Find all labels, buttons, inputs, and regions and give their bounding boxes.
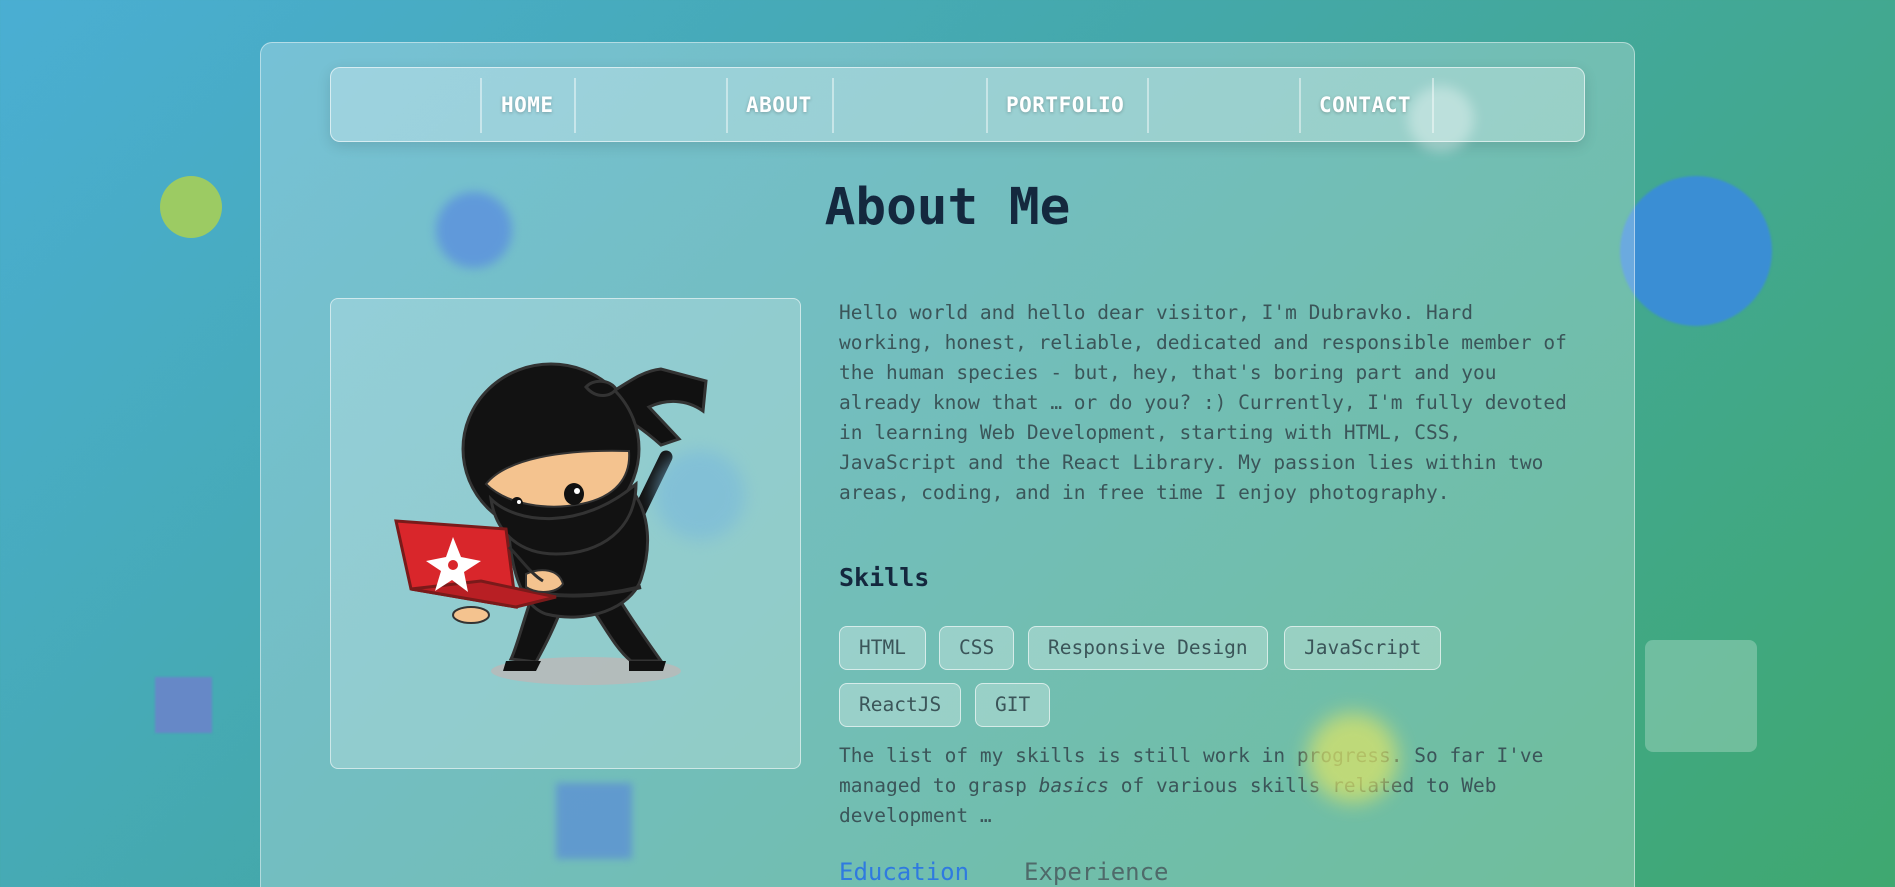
nav-separator: [480, 78, 482, 133]
main-nav: HOME ABOUT PORTFOLIO CONTACT: [330, 67, 1585, 142]
decor-square-light: [1645, 640, 1757, 752]
skill-chip: ReactJS: [839, 683, 962, 727]
decor-circle-white: [1408, 86, 1474, 152]
skill-chip: HTML: [839, 626, 926, 670]
skills-note-emphasis: basics: [1038, 774, 1110, 797]
decor-square-blue-bottom: [556, 783, 632, 859]
tab-education[interactable]: Education: [839, 858, 969, 886]
skills-note: The list of my skills is still work in p…: [839, 741, 1599, 831]
tab-experience[interactable]: Experience: [1024, 858, 1169, 886]
skills-heading: Skills: [839, 563, 930, 592]
nav-link-contact[interactable]: CONTACT: [1319, 68, 1411, 143]
skill-chip: Responsive Design: [1028, 626, 1268, 670]
nav-link-portfolio[interactable]: PORTFOLIO: [1006, 68, 1124, 143]
nav-separator: [986, 78, 988, 133]
profile-image-frame: [330, 298, 801, 769]
nav-separator: [574, 78, 576, 133]
nav-separator: [1299, 78, 1301, 133]
nav-link-about[interactable]: ABOUT: [746, 68, 812, 143]
nav-separator: [1147, 78, 1149, 133]
nav-link-home[interactable]: HOME: [501, 68, 554, 143]
page-title: About Me: [824, 178, 1071, 237]
skill-chip: CSS: [939, 626, 1015, 670]
decor-circle-yellow: [1308, 713, 1398, 803]
skill-chip: GIT: [975, 683, 1051, 727]
skill-chip: JavaScript: [1284, 626, 1442, 670]
decor-square-blue: [155, 677, 212, 733]
bio-text: Hello world and hello dear visitor, I'm …: [839, 301, 1567, 504]
nav-separator: [832, 78, 834, 133]
ninja-with-laptop-illustration: [394, 362, 708, 685]
nav-separator: [726, 78, 728, 133]
decor-circle-blue-faint: [655, 450, 745, 540]
